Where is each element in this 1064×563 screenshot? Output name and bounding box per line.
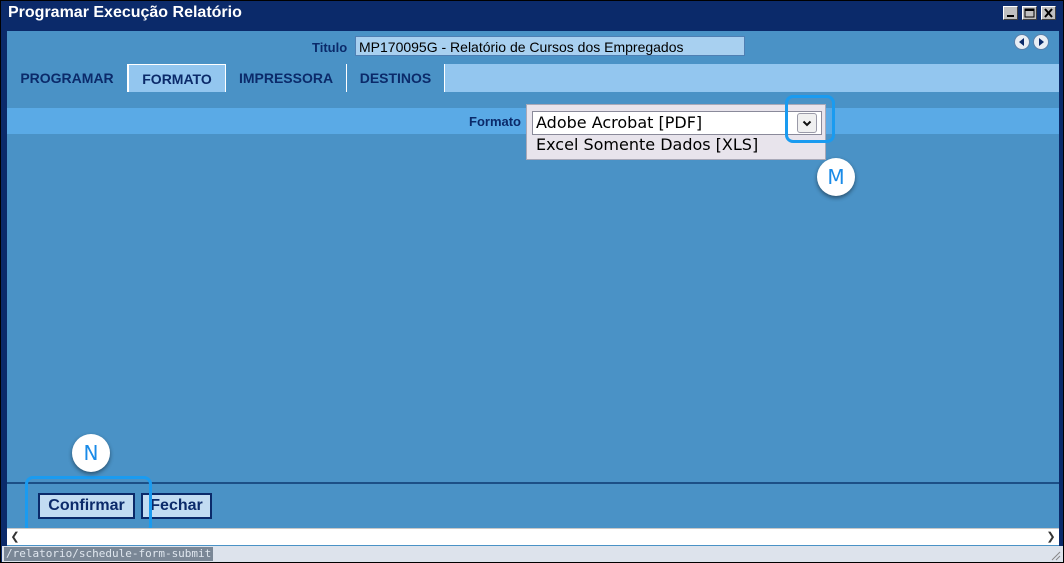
scroll-right-icon[interactable]: ❯ <box>1043 529 1059 545</box>
confirm-highlight <box>25 476 152 534</box>
tab-panel-body <box>7 134 1059 482</box>
tab-programar[interactable]: PROGRAMAR <box>7 64 128 92</box>
tab-formato[interactable]: FORMATO <box>128 64 226 93</box>
titulo-row: Titulo MP170095G - Relatório de Cursos d… <box>7 31 1059 64</box>
prev-arrow-icon[interactable] <box>1014 34 1030 50</box>
horizontal-scrollbar[interactable]: ❮ ❯ <box>7 528 1059 545</box>
report-schedule-window: Programar Execução Relatório Titulo MP17… <box>0 0 1064 563</box>
titulo-label: Titulo <box>312 40 348 55</box>
footer-bar: Confirmar Fechar <box>7 484 1059 526</box>
formato-label: Formato <box>469 114 521 129</box>
tab-bar: PROGRAMAR FORMATO IMPRESSORA DESTINOS <box>7 64 1059 93</box>
maximize-icon[interactable] <box>1022 6 1037 20</box>
tab-impressora[interactable]: IMPRESSORA <box>226 64 347 92</box>
marker-n: N <box>72 434 110 472</box>
next-arrow-icon[interactable] <box>1033 34 1049 50</box>
resize-grip-icon[interactable] <box>1049 549 1061 561</box>
close-icon[interactable] <box>1041 6 1056 20</box>
scroll-left-icon[interactable]: ❮ <box>7 529 23 545</box>
tab-destinos[interactable]: DESTINOS <box>347 64 445 92</box>
formato-option-xls[interactable]: Excel Somente Dados [XLS] <box>536 135 758 154</box>
status-bar: /relatorio/schedule-form-submit <box>2 546 1063 562</box>
marker-m: M <box>817 158 855 196</box>
window-content: Titulo MP170095G - Relatório de Cursos d… <box>6 30 1060 547</box>
minimize-icon[interactable] <box>1003 6 1018 20</box>
window-titlebar[interactable]: Programar Execução Relatório <box>1 1 1063 26</box>
status-url: /relatorio/schedule-form-submit <box>4 547 214 561</box>
formato-option-pdf[interactable]: Adobe Acrobat [PDF] <box>536 113 702 132</box>
window-title: Programar Execução Relatório <box>8 4 242 21</box>
chevron-highlight <box>785 95 835 143</box>
formato-dropdown[interactable]: Adobe Acrobat [PDF] Excel Somente Dados … <box>526 104 826 160</box>
titulo-input[interactable]: MP170095G - Relatório de Cursos dos Empr… <box>355 36 745 56</box>
